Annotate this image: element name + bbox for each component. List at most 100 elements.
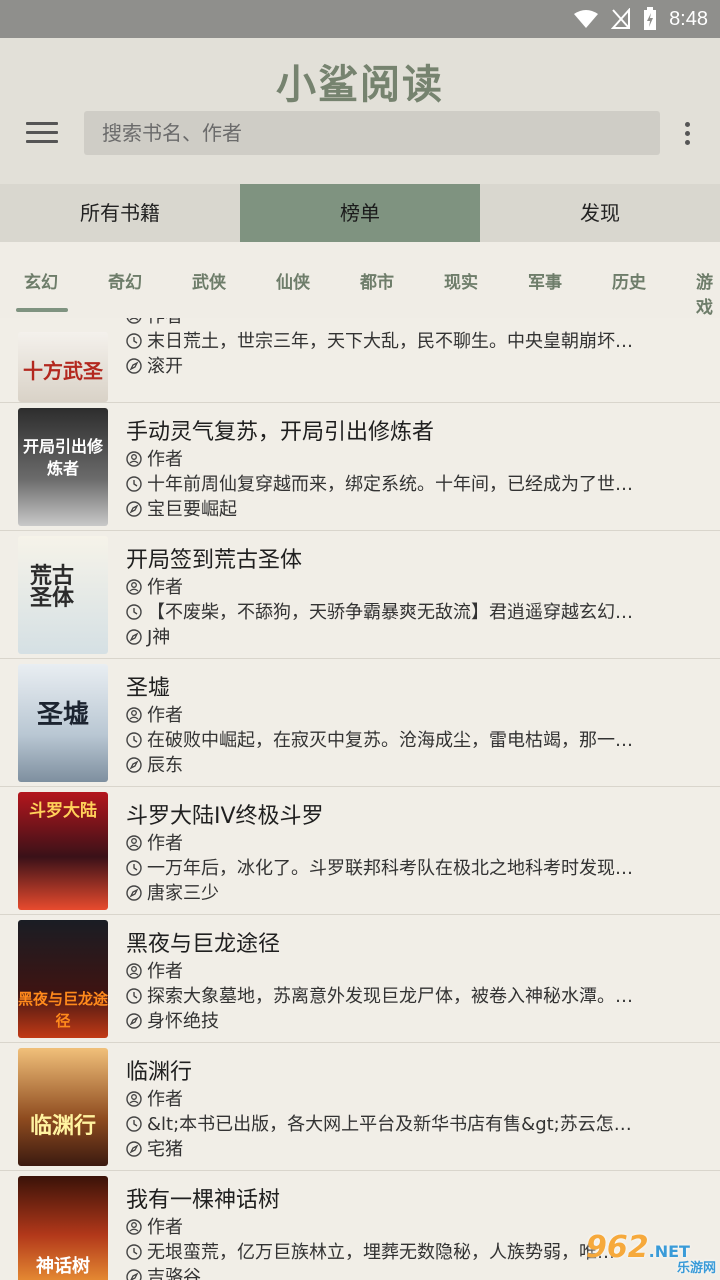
book-latest-chapter: 宅猪 [126, 1135, 686, 1161]
book-author: 作者 [126, 573, 686, 599]
book-cover: 斗罗大陆 [18, 792, 108, 910]
compass-icon [126, 885, 142, 901]
category-tab[interactable]: 游戏 [696, 268, 720, 318]
book-author: 作者 [126, 829, 686, 855]
list-item[interactable]: 十方武圣 作者 末日荒土，世宗三年，天下大乱，民不聊生。中央皇朝崩坏… 滚开 [0, 318, 720, 403]
tab-all-books[interactable]: 所有书籍 [0, 184, 240, 242]
book-description: &lt;本书已出版，各大网上平台及新华书店有售&gt;苏云怎… [126, 1110, 686, 1136]
book-cover: 圣墟 [18, 664, 108, 782]
author-icon [126, 579, 142, 595]
menu-button[interactable] [24, 116, 60, 152]
category-tab[interactable]: 奇幻 [108, 268, 142, 293]
book-author: 作者 [126, 701, 686, 727]
book-latest-chapter: J神 [126, 623, 686, 649]
book-description: 十年前周仙复穿越而来，绑定系统。十年间，已经成为了世… [126, 470, 686, 496]
book-latest-chapter: 唐家三少 [126, 879, 686, 905]
book-cover: 荒古圣体 [18, 536, 108, 654]
book-author: 作者 [126, 445, 686, 471]
cover-title: 圣墟 [36, 700, 89, 730]
author-icon [126, 318, 142, 324]
cover-title: 荒古圣体 [30, 564, 75, 611]
author-icon [126, 451, 142, 467]
book-description: 一万年后，冰化了。斗罗联邦科考队在极北之地科考时发现… [126, 854, 686, 880]
tab-rankings[interactable]: 榜单 [240, 184, 480, 242]
book-author: 作者 [126, 1085, 686, 1111]
book-cover: 黑夜与巨龙途径 [18, 920, 108, 1038]
book-list: 十方武圣 作者 末日荒土，世宗三年，天下大乱，民不聊生。中央皇朝崩坏… 滚开 开… [0, 318, 720, 1280]
compass-icon [126, 501, 142, 517]
category-tab[interactable]: 武侠 [192, 268, 226, 293]
book-title: 开局签到荒古圣体 [126, 548, 303, 573]
book-description: 探索大象墓地，苏离意外发现巨龙尸体，被卷入神秘水潭。… [126, 982, 686, 1008]
author-icon [126, 963, 142, 979]
clock-icon [126, 1116, 142, 1132]
author-icon [126, 1219, 142, 1235]
book-title: 斗罗大陆IV终极斗罗 [126, 804, 324, 829]
cover-title: 临渊行 [29, 1114, 96, 1139]
site-watermark: 962.NET 乐游网 [586, 1230, 716, 1276]
book-latest-chapter: 身怀绝技 [126, 1007, 686, 1033]
book-latest-chapter: 滚开 [126, 352, 686, 378]
status-time: 8:48 [669, 7, 708, 30]
search-input[interactable]: 搜索书名、作者 [84, 111, 660, 155]
book-title: 手动灵气复苏，开局引出修炼者 [126, 420, 435, 445]
battery-charging-icon [643, 7, 657, 31]
cover-title: 十方武圣 [23, 359, 103, 383]
more-vert-icon [684, 122, 690, 127]
list-item[interactable]: 黑夜与巨龙途径 黑夜与巨龙途径 作者 探索大象墓地，苏离意外发现巨龙尸体，被卷入… [0, 914, 720, 1043]
category-tab[interactable]: 都市 [360, 268, 394, 293]
book-cover: 神话树 [18, 1176, 108, 1280]
category-tab[interactable]: 仙侠 [276, 268, 310, 293]
hamburger-icon [26, 122, 58, 125]
list-item[interactable]: 斗罗大陆 斗罗大陆IV终极斗罗 作者 一万年后，冰化了。斗罗联邦科考队在极北之地… [0, 786, 720, 915]
clock-icon [126, 988, 142, 1004]
cover-title: 神话树 [36, 1256, 90, 1277]
book-description: 末日荒土，世宗三年，天下大乱，民不聊生。中央皇朝崩坏… [126, 327, 686, 353]
book-title: 我有一棵神话树 [126, 1188, 281, 1213]
book-description: 【不废柴，不舔狗，天骄争霸暴爽无敌流】君逍遥穿越玄幻… [126, 598, 686, 624]
compass-icon [126, 1141, 142, 1157]
book-latest-chapter: 辰东 [126, 751, 686, 777]
book-cover: 开局引出修炼者 [18, 408, 108, 526]
category-tab[interactable]: 军事 [528, 268, 562, 293]
category-tab[interactable]: 玄幻 [24, 268, 58, 293]
list-item[interactable]: 圣墟 圣墟 作者 在破败中崛起，在寂灭中复苏。沧海成尘，雷电枯竭，那一… 辰东 [0, 658, 720, 787]
tab-discover[interactable]: 发现 [480, 184, 720, 242]
app-header: 小鲨阅读 搜索书名、作者 [0, 38, 720, 218]
clock-icon [126, 333, 142, 349]
more-options-button[interactable] [678, 118, 696, 150]
cover-title: 开局引出修炼者 [22, 437, 103, 478]
wifi-icon [573, 9, 599, 29]
book-title: 临渊行 [126, 1060, 193, 1085]
book-cover: 临渊行 [18, 1048, 108, 1166]
list-item[interactable]: 开局引出修炼者 手动灵气复苏，开局引出修炼者 作者 十年前周仙复穿越而来，绑定系… [0, 402, 720, 531]
book-description: 在破败中崛起，在寂灭中复苏。沧海成尘，雷电枯竭，那一… [126, 726, 686, 752]
cover-title: 斗罗大陆 [29, 801, 97, 821]
compass-icon [126, 358, 142, 374]
author-icon [126, 835, 142, 851]
compass-icon [126, 757, 142, 773]
book-title: 圣墟 [126, 676, 171, 701]
clock-icon [126, 1244, 142, 1260]
clock-icon [126, 476, 142, 492]
category-active-indicator [16, 308, 68, 312]
book-author: 作者 [126, 957, 686, 983]
book-title: 黑夜与巨龙途径 [126, 932, 281, 957]
compass-icon [126, 1013, 142, 1029]
clock-icon [126, 604, 142, 620]
book-latest-chapter: 宝巨要崛起 [126, 495, 686, 521]
compass-icon [126, 1269, 142, 1280]
category-tab[interactable]: 历史 [612, 268, 646, 293]
clock-icon [126, 732, 142, 748]
list-item[interactable]: 荒古圣体 开局签到荒古圣体 作者 【不废柴，不舔狗，天骄争霸暴爽无敌流】君逍遥穿… [0, 530, 720, 659]
list-item[interactable]: 临渊行 临渊行 作者 &lt;本书已出版，各大网上平台及新华书店有售&gt;苏云… [0, 1042, 720, 1171]
category-tabs: 玄幻 奇幻 武侠 仙侠 都市 现实 军事 历史 游戏 [0, 242, 720, 319]
app-title: 小鲨阅读 [276, 62, 444, 108]
category-tab[interactable]: 现实 [444, 268, 478, 293]
status-bar: 8:48 [0, 0, 720, 38]
no-signal-icon [611, 8, 631, 30]
clock-icon [126, 860, 142, 876]
cover-title: 黑夜与巨龙途径 [18, 990, 108, 1030]
author-icon [126, 1091, 142, 1107]
author-icon [126, 707, 142, 723]
